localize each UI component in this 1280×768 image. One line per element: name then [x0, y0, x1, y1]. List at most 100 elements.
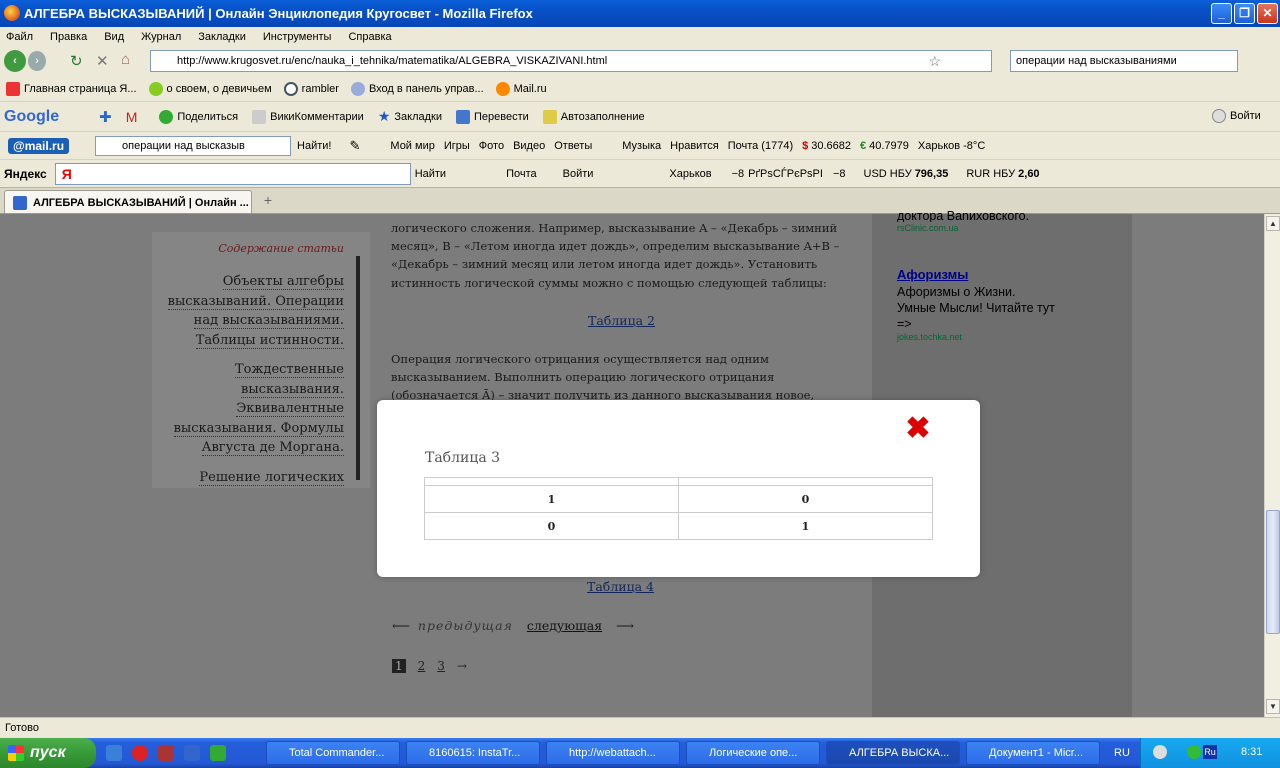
- mailru-answers[interactable]: Ответы: [554, 140, 592, 152]
- bookmarks-button[interactable]: ★ Закладки: [378, 108, 442, 125]
- bookmark-yandex[interactable]: Главная страница Я...: [6, 81, 137, 96]
- mailru-search-input[interactable]: операции над высказыв: [95, 135, 292, 156]
- google-toolbar: Google ✚ M Поделиться ВикиКомментарии ★ З…: [0, 101, 1280, 131]
- yandex-find-button[interactable]: Найти: [415, 168, 446, 180]
- user-icon: [1212, 109, 1226, 123]
- yandex-temp-2: −8: [832, 167, 846, 180]
- share-button[interactable]: Поделиться: [159, 109, 238, 124]
- ie-icon[interactable]: [106, 745, 122, 761]
- yandex-login[interactable]: Войти: [563, 168, 594, 180]
- mailru-toolbar: @mail.ru операции над высказыв Найти! ✎ …: [0, 131, 1280, 159]
- app-icon[interactable]: [158, 745, 174, 761]
- ad-url[interactable]: jokes.tochka.net: [897, 332, 962, 342]
- maximize-button[interactable]: ❐: [1234, 3, 1255, 24]
- menu-help[interactable]: Справка: [348, 31, 391, 43]
- stop-icon[interactable]: ✕: [96, 52, 109, 70]
- page-1[interactable]: 1: [392, 659, 406, 673]
- forward-icon[interactable]: ›: [28, 51, 46, 71]
- mailru-icon: [495, 81, 510, 96]
- mailru-music[interactable]: Музыка: [622, 140, 661, 152]
- translate-button[interactable]: Перевести: [456, 109, 529, 124]
- quick-launch: [106, 745, 230, 761]
- menu-bookmarks[interactable]: Закладки: [198, 31, 246, 43]
- toc-item-2[interactable]: Тождественные высказывания. Эквивалентны…: [164, 360, 344, 458]
- mailru-video[interactable]: Видео: [513, 140, 545, 152]
- page-favicon: [13, 195, 27, 210]
- table-modal: ✖ Таблица 3 1 0 0 1: [377, 400, 980, 577]
- task-word[interactable]: Документ1 - Micr...: [966, 741, 1100, 765]
- back-icon[interactable]: ‹: [4, 50, 26, 72]
- menu-file[interactable]: Файл: [6, 31, 33, 43]
- tray-icon-2[interactable]: [1187, 745, 1201, 759]
- minimize-button[interactable]: _: [1211, 3, 1232, 24]
- status-text: Готово: [5, 722, 39, 734]
- task-logic[interactable]: Логические опе...: [686, 741, 820, 765]
- task-total-commander[interactable]: Total Commander...: [266, 741, 400, 765]
- explorer-icon[interactable]: [184, 745, 200, 761]
- close-icon[interactable]: ✖: [905, 414, 931, 444]
- scroll-down-icon[interactable]: ▼: [1266, 699, 1280, 714]
- bookmark-mailru[interactable]: Mail.ru: [495, 81, 547, 96]
- app2-icon[interactable]: [210, 745, 226, 761]
- opera-icon[interactable]: [132, 745, 148, 761]
- table-of-contents: Содержание статьи Объекты алгебры высказ…: [152, 232, 370, 488]
- mailru-mail[interactable]: Почта (1774): [728, 140, 793, 152]
- language-indicator[interactable]: RU: [1114, 747, 1130, 759]
- close-window-button[interactable]: ✕: [1257, 3, 1278, 24]
- search-box[interactable]: операции над высказываниями: [1010, 50, 1238, 72]
- plus-icon[interactable]: ✚: [99, 108, 112, 126]
- menu-tools[interactable]: Инструменты: [263, 31, 332, 43]
- home-icon[interactable]: ⌂: [121, 51, 130, 68]
- page-scrollbar[interactable]: ▲ ▼: [1264, 214, 1280, 717]
- yandex-city[interactable]: Харьков: [669, 168, 711, 180]
- mailru-photo[interactable]: Фото: [479, 140, 504, 152]
- reload-icon[interactable]: ↻: [70, 52, 83, 70]
- task-algebra[interactable]: АЛГЕБРА ВЫСКА...: [826, 741, 960, 765]
- pencil-icon[interactable]: ✎: [350, 138, 361, 154]
- bookmark-rambler[interactable]: rambler: [283, 81, 339, 96]
- scroll-thumb[interactable]: [1266, 510, 1280, 634]
- bookmark-girls[interactable]: о своем, о девичьем: [148, 81, 272, 96]
- bookmark-panel[interactable]: Вход в панель управ...: [350, 81, 484, 96]
- google-login[interactable]: Войти: [1212, 109, 1261, 123]
- new-tab-button[interactable]: +: [256, 192, 280, 212]
- gmail-icon[interactable]: M: [126, 109, 138, 125]
- autofill-icon: [542, 109, 557, 124]
- toc-item-1[interactable]: Объекты алгебры высказываний. Операции н…: [164, 272, 344, 350]
- menu-view[interactable]: Вид: [104, 31, 124, 43]
- tray-ru-icon[interactable]: Ru: [1203, 745, 1217, 759]
- page-next-arrow[interactable]: →: [457, 659, 467, 673]
- task-webattach[interactable]: http://webattach...: [546, 741, 680, 765]
- menu-history[interactable]: Журнал: [141, 31, 181, 43]
- autofill-button[interactable]: Автозаполнение: [542, 109, 645, 124]
- mailru-find-button[interactable]: Найти!: [297, 140, 331, 152]
- yandex-search-input[interactable]: Я: [54, 162, 411, 185]
- tab-active[interactable]: АЛГЕБРА ВЫСКАЗЫВАНИЙ | Онлайн ...: [4, 190, 252, 213]
- mailru-games[interactable]: Игры: [444, 140, 470, 152]
- menu-edit[interactable]: Правка: [50, 31, 87, 43]
- ad-title[interactable]: Афоризмы: [897, 267, 968, 282]
- toc-scrollbar[interactable]: [356, 256, 360, 480]
- star-icon[interactable]: ☆: [928, 53, 941, 70]
- weather[interactable]: Харьков -8°C: [918, 140, 985, 152]
- table-cell: 0: [678, 485, 933, 513]
- yandex-mail[interactable]: Почта: [506, 168, 537, 180]
- start-button[interactable]: пуск: [0, 738, 96, 768]
- toc-item-3[interactable]: Решение логических задач.: [164, 468, 344, 488]
- mailru-like[interactable]: Нравится: [670, 140, 719, 152]
- table2-link[interactable]: Таблица 2: [588, 313, 655, 328]
- wiki-comments-button[interactable]: ВикиКомментарии: [252, 109, 364, 124]
- page-2[interactable]: 2: [418, 659, 426, 673]
- tray-icon-1[interactable]: [1153, 745, 1167, 759]
- next-link[interactable]: следующая: [527, 618, 602, 633]
- page-3[interactable]: 3: [437, 659, 445, 673]
- table4-link[interactable]: Таблица 4: [587, 579, 654, 594]
- url-bar[interactable]: http://www.krugosvet.ru/enc/nauka_i_tehn…: [150, 50, 992, 72]
- scroll-up-icon[interactable]: ▲: [1266, 216, 1280, 231]
- prev-link[interactable]: предыдущая: [418, 618, 513, 633]
- eur-rate[interactable]: €40.7979: [860, 140, 909, 152]
- mailru-myworld[interactable]: Мой мир: [390, 140, 434, 152]
- ad-top-url[interactable]: rsClinic.com.ua: [897, 223, 959, 233]
- usd-rate[interactable]: $30.6682: [802, 140, 851, 152]
- task-instatr[interactable]: 8160615: InstaTr...: [406, 741, 540, 765]
